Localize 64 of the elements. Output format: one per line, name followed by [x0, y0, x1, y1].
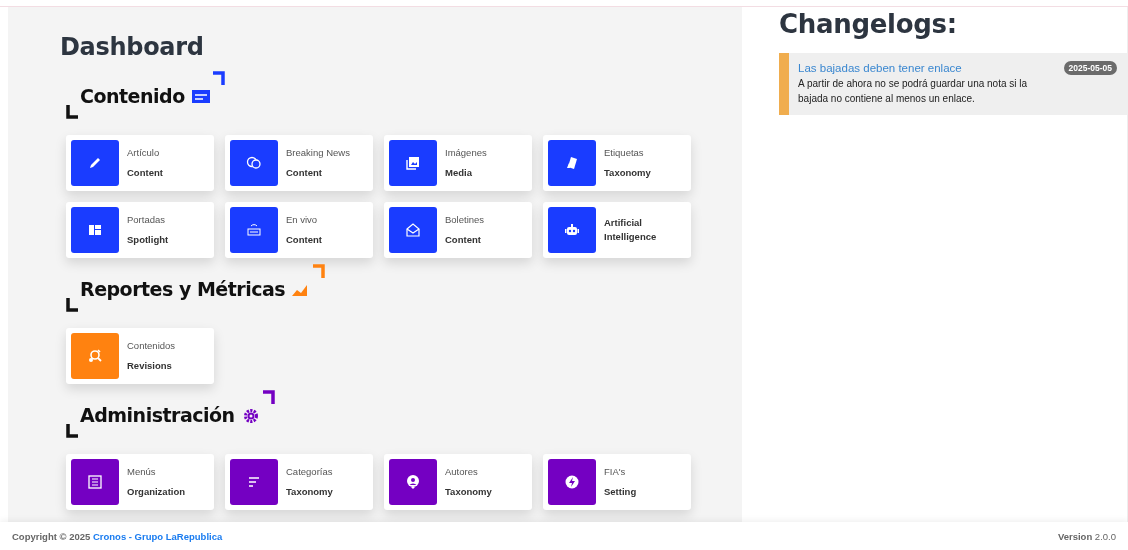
card-category: Taxonomy: [286, 484, 333, 499]
date-badge: 2025-05-05: [1063, 61, 1117, 75]
lines-icon: [246, 474, 262, 490]
dashboard-card[interactable]: Menús Organization: [66, 454, 214, 510]
dashboard-card[interactable]: Breaking News Content: [225, 135, 373, 191]
card-title: Artículo: [127, 146, 161, 158]
dashboard-card[interactable]: Imágenes Media: [384, 135, 532, 191]
user-icon: [405, 474, 421, 490]
envelope-icon: [405, 222, 421, 238]
card-title: En vivo: [286, 213, 319, 225]
card-title: Menús: [127, 465, 157, 477]
version-text: Version 2.0.0: [1057, 530, 1116, 542]
dashboard-card[interactable]: Etiquetas Taxonomy: [543, 135, 691, 191]
card-title: FIA's: [604, 465, 627, 477]
dashboard-card[interactable]: Portadas Spotlight: [66, 202, 214, 258]
card-category: Content: [127, 165, 163, 180]
card-category: Revisions: [127, 358, 173, 373]
broadcast-icon: [246, 222, 262, 238]
card-title: Breaking News: [286, 146, 350, 158]
layout-icon: [87, 222, 103, 238]
copyright-text: Copyright © 2025 Cronos - Grupo LaRepublica: [12, 530, 223, 542]
dashboard-card[interactable]: Boletines Content: [384, 202, 532, 258]
dashboard-card[interactable]: Autores Taxonomy: [384, 454, 532, 510]
card-title: Boletines: [445, 213, 485, 225]
card-category: Artificial Intelligence: [604, 216, 658, 244]
card-title: Imágenes: [445, 146, 487, 158]
search-icon: [87, 348, 103, 364]
changelogs-heading: Changelogs:: [779, 9, 958, 39]
card-title: Portadas: [127, 213, 167, 225]
section-title: Administración: [80, 404, 235, 426]
dashboard-card[interactable]: Artículo Content: [66, 135, 214, 191]
card-category: Setting: [604, 484, 637, 499]
corner-bracket-icon: [66, 424, 78, 438]
robot-icon: [564, 222, 580, 238]
card-title: Etiquetas: [604, 146, 645, 158]
list-icon: [87, 474, 103, 490]
bolt-icon: [564, 474, 580, 490]
card-category: Media: [445, 165, 473, 180]
dashboard-card[interactable]: Categorías Taxonomy: [225, 454, 373, 510]
company-link[interactable]: Cronos - Grupo LaRepublica: [92, 530, 223, 542]
corner-bracket-icon: [66, 298, 78, 312]
dashboard-card[interactable]: Artificial Intelligence: [543, 202, 691, 258]
page-title: Dashboard: [60, 33, 205, 61]
card-title: Autores: [445, 465, 479, 477]
card-category: Content: [286, 165, 323, 180]
document-icon: [190, 88, 211, 104]
card-category: Content: [286, 232, 322, 247]
card-category: Taxonomy: [604, 165, 651, 180]
dashboard-card[interactable]: FIA's Setting: [543, 454, 691, 510]
section-title: Contenido: [80, 85, 185, 107]
pencil-icon: [87, 155, 103, 171]
card-category: Spotlight: [127, 232, 169, 247]
dashboard-card[interactable]: En vivo Content: [225, 202, 373, 258]
dashboard-card[interactable]: Contenidos Revisions: [66, 328, 214, 384]
card-category: Taxonomy: [445, 484, 492, 499]
corner-bracket-icon: [66, 105, 78, 119]
images-icon: [405, 155, 421, 171]
card-title: Categorías: [286, 465, 333, 477]
changelog-description: A partir de ahora no se podrá guardar una nota si la bajada no contiene al menos un enlace.: [798, 77, 1029, 106]
card-category: Content: [445, 232, 482, 247]
tag-icon: [564, 155, 580, 171]
card-title: Contenidos: [127, 339, 176, 351]
card-category: Organization: [127, 484, 186, 499]
section-title: Reportes y Métricas: [80, 278, 286, 300]
